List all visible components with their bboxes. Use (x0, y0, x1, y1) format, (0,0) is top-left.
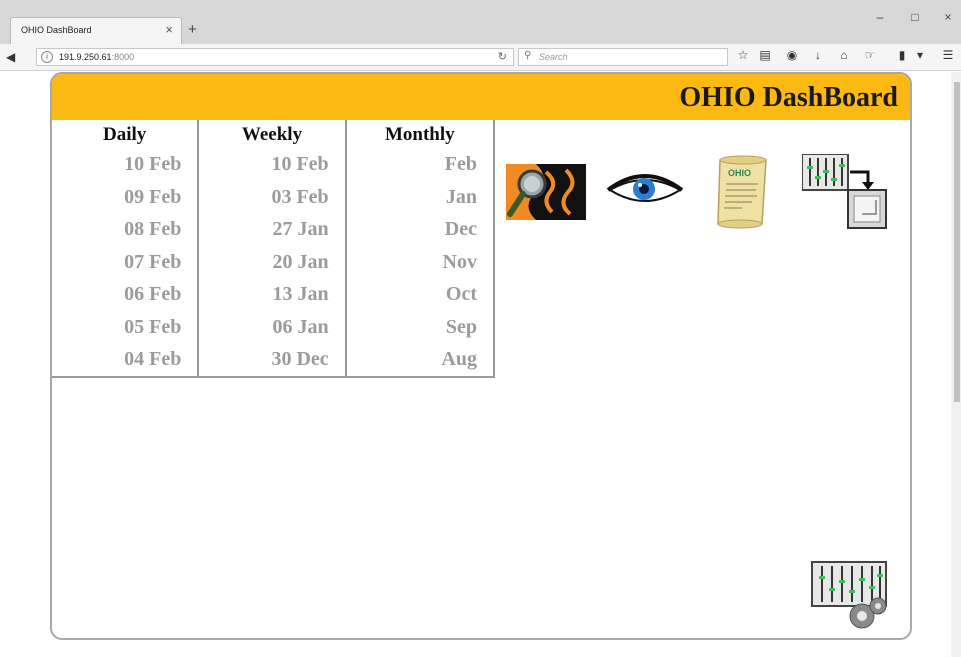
url-host: 191.9.250.61 (59, 52, 112, 62)
daily-link[interactable]: 06 Feb (52, 278, 197, 311)
pocket-icon[interactable]: ◉ (784, 48, 800, 62)
navigation-bar: ◀ i 191.9.250.61:8000 ↻ ⚲ Search ☆ ▤ ◉ ↓… (0, 44, 961, 71)
page-title: OHIO DashBoard (679, 82, 898, 113)
bookmark-star-icon[interactable]: ☆ (735, 48, 751, 62)
monthly-link[interactable]: Aug (347, 343, 493, 376)
magnifier-tool-icon[interactable] (506, 164, 586, 220)
daily-link[interactable]: 07 Feb (52, 246, 197, 279)
daily-link[interactable]: 04 Feb (52, 343, 197, 376)
weekly-link[interactable]: 06 Jan (199, 311, 344, 344)
back-arrow-icon[interactable]: ◀ (6, 50, 15, 64)
info-icon[interactable]: i (41, 51, 53, 63)
monthly-column: Monthly Feb Jan Dec Nov Oct Sep Aug (347, 120, 493, 376)
monthly-link[interactable]: Dec (347, 213, 493, 246)
search-icon: ⚲ (524, 50, 532, 61)
weekly-column: Weekly 10 Feb 03 Feb 27 Jan 20 Jan 13 Ja… (199, 120, 347, 376)
weekly-link[interactable]: 13 Jan (199, 278, 344, 311)
weekly-link[interactable]: 20 Jan (199, 246, 344, 279)
equalizer-save-icon[interactable] (801, 153, 888, 230)
ohio-scroll-icon[interactable]: OHIO (712, 154, 772, 232)
dropdown-icon[interactable]: ▾ (912, 48, 928, 62)
monthly-link[interactable]: Sep (347, 311, 493, 344)
monthly-link[interactable]: Nov (347, 246, 493, 279)
weekly-link[interactable]: 10 Feb (199, 148, 344, 181)
weekly-link[interactable]: 30 Dec (199, 343, 344, 376)
sidebar-icon[interactable]: ▮ (894, 48, 910, 62)
menu-icon[interactable]: ☰ (940, 48, 956, 62)
scrollbar[interactable] (951, 72, 961, 657)
dashboard-header: OHIO DashBoard (52, 74, 910, 120)
new-tab-icon[interactable]: + (188, 21, 197, 38)
scrollbar-thumb[interactable] (954, 82, 960, 402)
browser-tab[interactable]: OHIO DashBoard × (10, 17, 182, 44)
tab-bar: OHIO DashBoard × + – □ × (0, 0, 961, 44)
dashboard-panel: OHIO DashBoard Daily 10 Feb 09 Feb 08 Fe… (50, 72, 912, 640)
minimize-icon[interactable]: – (870, 10, 890, 24)
close-window-icon[interactable]: × (938, 10, 958, 24)
weekly-link[interactable]: 27 Jan (199, 213, 344, 246)
daily-link[interactable]: 08 Feb (52, 213, 197, 246)
daily-column: Daily 10 Feb 09 Feb 08 Feb 07 Feb 06 Feb… (52, 120, 200, 376)
daily-link[interactable]: 05 Feb (52, 311, 197, 344)
column-header: Weekly (241, 124, 303, 145)
ohio-scroll-label: OHIO (728, 168, 751, 178)
monthly-link[interactable]: Jan (347, 181, 493, 214)
daily-link[interactable]: 09 Feb (52, 181, 197, 214)
monthly-link[interactable]: Feb (347, 148, 493, 181)
home-icon[interactable]: ⌂ (836, 48, 852, 62)
weekly-link[interactable]: 03 Feb (199, 181, 344, 214)
period-table: Daily 10 Feb 09 Feb 08 Feb 07 Feb 06 Feb… (52, 120, 495, 378)
url-text: 191.9.250.61:8000 (59, 52, 134, 62)
url-port: :8000 (111, 52, 135, 62)
monthly-link[interactable]: Oct (347, 278, 493, 311)
reading-list-icon[interactable]: ▤ (757, 48, 773, 62)
equalizer-settings-icon[interactable] (810, 558, 890, 634)
daily-link[interactable]: 10 Feb (52, 148, 197, 181)
eye-view-icon[interactable] (606, 168, 684, 208)
address-bar[interactable]: i 191.9.250.61:8000 ↻ (36, 48, 514, 66)
download-icon[interactable]: ↓ (810, 48, 826, 62)
close-tab-icon[interactable]: × (165, 22, 173, 37)
search-placeholder: Search (539, 52, 568, 62)
reload-icon[interactable]: ↻ (498, 50, 507, 63)
search-input[interactable]: ⚲ Search (518, 48, 728, 66)
maximize-icon[interactable]: □ (905, 10, 925, 24)
column-header: Daily (103, 124, 147, 145)
tab-title: OHIO DashBoard (21, 25, 92, 35)
extension-icon[interactable]: ☞ (862, 48, 878, 62)
column-header: Monthly (384, 124, 455, 145)
